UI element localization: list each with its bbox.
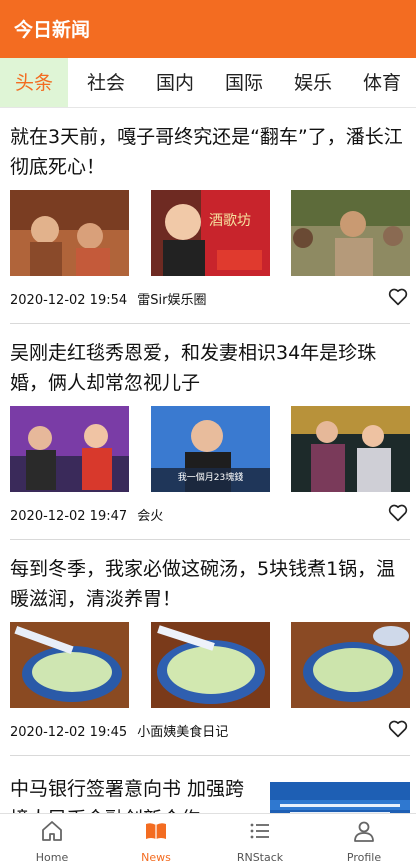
- article-title[interactable]: 吴刚走红毯秀恩爱，和发妻相识34年是珍珠婚，俩人却常忽视儿子: [10, 338, 408, 398]
- thumbnail-image[interactable]: [151, 622, 270, 708]
- home-icon: [42, 821, 62, 841]
- thumbnail-image[interactable]: [291, 622, 410, 708]
- article-thumbnails: [10, 622, 410, 708]
- article-source: 小面姨美食日记: [137, 725, 229, 740]
- tab-domestic[interactable]: 国内: [141, 58, 209, 107]
- newspaper-icon: [146, 823, 166, 839]
- article-meta: 2020-12-02 19:45 小面姨美食日记: [10, 721, 228, 740]
- tab-headlines[interactable]: 头条: [0, 58, 68, 107]
- thumbnail-image[interactable]: 我一個月23塊錢: [151, 406, 270, 492]
- nav-rnstack[interactable]: RNStack: [208, 814, 312, 862]
- article-thumbnails: 我一個月23塊錢: [10, 406, 410, 492]
- nav-label: News: [141, 851, 171, 862]
- nav-home[interactable]: Home: [0, 814, 104, 862]
- app-bar: 今日新闻: [0, 0, 416, 58]
- person-icon: [354, 821, 374, 842]
- article-time: 2020-12-02 19:47: [10, 509, 128, 524]
- tab-entertainment[interactable]: 娱乐: [279, 58, 347, 107]
- article-meta: 2020-12-02 19:47 会火: [10, 505, 163, 524]
- article-source: 雷Sir娱乐圈: [137, 293, 207, 308]
- thumbnail-image[interactable]: [291, 190, 410, 276]
- category-tabs: 头条 社会 国内 国际 娱乐 体育: [0, 58, 416, 108]
- nav-news[interactable]: News: [104, 814, 208, 862]
- thumbnail-caption: 我一個月23塊錢: [177, 473, 244, 483]
- nav-label: Profile: [346, 851, 382, 862]
- heart-icon[interactable]: [388, 288, 408, 306]
- heart-icon[interactable]: [388, 720, 408, 738]
- divider: [10, 323, 410, 324]
- nav-label: RNStack: [236, 851, 284, 862]
- nav-profile[interactable]: Profile: [312, 814, 416, 862]
- tab-sports[interactable]: 体育: [348, 58, 416, 107]
- thumbnail-caption: 酒歌坊: [209, 213, 251, 229]
- nav-label: Home: [35, 851, 69, 862]
- thumbnail-image[interactable]: 酒歌坊: [151, 190, 270, 276]
- tab-society[interactable]: 社会: [72, 58, 140, 107]
- article-source: 会火: [137, 509, 164, 524]
- article-title[interactable]: 中马银行签署意向书 加强跨境人民币金融创新合作: [10, 774, 260, 813]
- article-meta: 2020-12-02 19:54 雷Sir娱乐圈: [10, 289, 207, 308]
- tab-international[interactable]: 国际: [210, 58, 278, 107]
- article-thumbnails: 酒歌坊: [10, 190, 410, 276]
- bottom-nav: Home News RNStack Profile: [0, 813, 416, 862]
- thumbnail-image[interactable]: [270, 782, 410, 813]
- article-title[interactable]: 就在3天前，嘎子哥终究还是“翻车”了，潘长江彻底死心！: [10, 122, 408, 182]
- article-time: 2020-12-02 19:45: [10, 725, 128, 740]
- thumbnail-image[interactable]: [10, 190, 129, 276]
- app-title: 今日新闻: [14, 19, 91, 41]
- thumbnail-image[interactable]: [291, 406, 410, 492]
- list-icon: [250, 823, 269, 839]
- divider: [10, 755, 410, 756]
- article-title[interactable]: 每到冬季，我家必做这碗汤，5块钱煮1锅，温暖滋润，清淡养胃！: [10, 554, 408, 614]
- article-time: 2020-12-02 19:54: [10, 293, 128, 308]
- news-feed[interactable]: 就在3天前，嘎子哥终究还是“翻车”了，潘长江彻底死心！ 酒歌坊 2020-12-…: [0, 108, 416, 813]
- heart-icon[interactable]: [388, 504, 408, 522]
- thumbnail-image[interactable]: [10, 622, 129, 708]
- divider: [10, 539, 410, 540]
- thumbnail-image[interactable]: [10, 406, 129, 492]
